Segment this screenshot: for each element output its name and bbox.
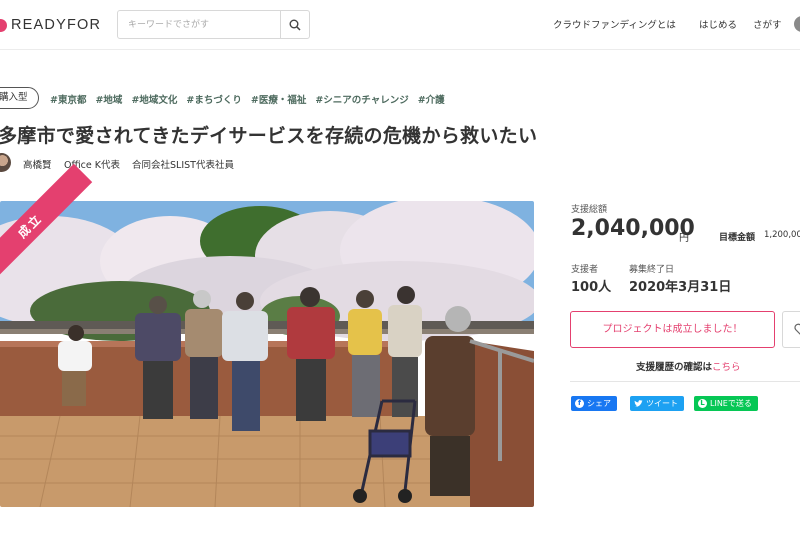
share-facebook-label: シェア xyxy=(587,399,611,408)
project-main-image xyxy=(0,201,534,507)
support-history-text: 支援履歴の確認は xyxy=(636,362,713,373)
tag-link[interactable]: #まちづくり xyxy=(186,92,241,106)
nav-about-crowdfunding[interactable]: クラウドファンディングとは xyxy=(553,17,676,31)
deadline-label: 募集終了日 xyxy=(629,265,675,275)
support-history-link[interactable]: こちら xyxy=(712,362,741,373)
project-title: 多摩市で愛されてきたデイサービスを存続の危機から救いたい xyxy=(0,125,538,147)
share-line-button[interactable]: L LINEで送る xyxy=(694,396,758,411)
goal-amount: 1,200,000 xyxy=(764,230,800,240)
tag-link[interactable]: #地域 xyxy=(95,92,122,106)
search-box xyxy=(117,10,310,39)
tag-link[interactable]: #介護 xyxy=(418,92,445,106)
project-success-button[interactable]: プロジェクトは成立しました！ xyxy=(570,311,775,348)
tag-link[interactable]: #東京都 xyxy=(50,92,86,106)
owner-name[interactable]: 高橋賢 xyxy=(23,157,52,171)
search-input[interactable] xyxy=(118,11,280,38)
site-header: READYFOR クラウドファンディングとは はじめる さがす xyxy=(0,0,800,50)
total-label: 支援総額 xyxy=(571,205,608,215)
search-icon xyxy=(289,19,301,31)
tag-list: #東京都 #地域 #地域文化 #まちづくり #医療・福祉 #シニアのチャレンジ … xyxy=(50,92,445,106)
share-line-label: LINEで送る xyxy=(710,399,752,408)
twitter-bird-icon xyxy=(634,399,643,407)
deadline-date: 2020年3月31日 xyxy=(629,280,732,295)
user-avatar[interactable] xyxy=(794,16,800,32)
nav-start[interactable]: はじめる xyxy=(699,17,737,31)
favorite-button[interactable] xyxy=(782,311,800,348)
heart-icon xyxy=(794,323,800,335)
line-icon: L xyxy=(698,399,707,408)
supporters-label: 支援者 xyxy=(571,265,599,275)
support-history: 支援履歴の確認はこちら xyxy=(636,359,741,373)
search-button[interactable] xyxy=(280,11,309,38)
total-amount: 2,040,000 xyxy=(571,216,695,241)
logo-text: READYFOR xyxy=(11,17,102,33)
facebook-icon: f xyxy=(575,399,584,408)
tag-link[interactable]: #医療・福祉 xyxy=(251,92,306,106)
total-unit: 円 xyxy=(679,233,689,244)
owner-avatar[interactable] xyxy=(0,153,11,172)
share-twitter-button[interactable]: ツイート xyxy=(630,396,684,411)
share-twitter-label: ツイート xyxy=(646,399,678,408)
share-facebook-button[interactable]: f シェア xyxy=(571,396,617,411)
tag-link[interactable]: #地域文化 xyxy=(131,92,177,106)
goal-label: 目標金額 xyxy=(719,233,756,243)
owner-organization: 合同会社SLIST代表社員 xyxy=(132,160,234,171)
nav-search[interactable]: さがす xyxy=(753,17,782,31)
supporters-count: 100人 xyxy=(571,280,612,295)
site-logo[interactable]: READYFOR xyxy=(0,15,101,35)
logo-mark-icon xyxy=(0,18,7,32)
project-type-badge: 購入型 xyxy=(0,87,39,109)
tag-link[interactable]: #シニアのチャレンジ xyxy=(315,92,408,106)
divider xyxy=(570,381,800,382)
